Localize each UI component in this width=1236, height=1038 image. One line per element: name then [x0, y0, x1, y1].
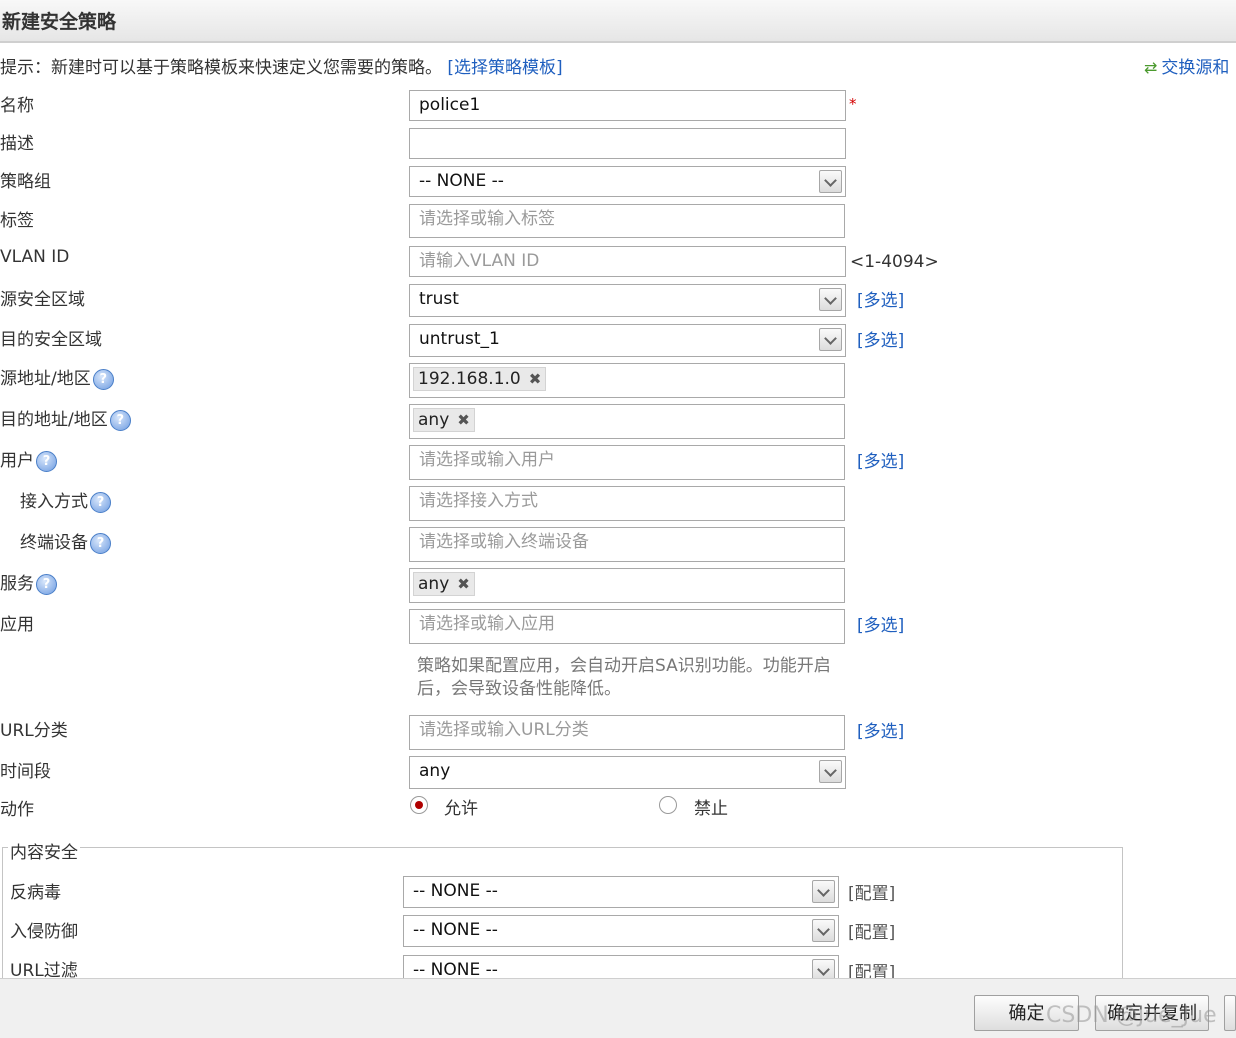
help-icon[interactable]: ? [36, 450, 57, 472]
antivirus-config-link[interactable]: [配置] [848, 879, 895, 904]
chevron-down-icon[interactable] [812, 880, 835, 903]
help-icon[interactable]: ? [36, 573, 57, 595]
chevron-down-icon[interactable] [819, 328, 842, 351]
description-input[interactable] [409, 128, 846, 159]
url-category-label: URL分类 [0, 721, 68, 741]
dst-addr-tag: any ✖ [413, 408, 475, 432]
hint-text: 提示：新建时可以基于策略模板来快速定义您需要的策略。 [0, 58, 442, 78]
chevron-down-icon[interactable] [819, 288, 842, 311]
terminal-label: 终端设备? [20, 528, 111, 554]
dst-zone-label: 目的安全区域 [0, 330, 102, 350]
window-title: 新建安全策略 [2, 11, 117, 33]
policy-group-select[interactable]: -- NONE -- [409, 166, 846, 197]
vlan-label: VLAN ID [0, 247, 70, 267]
name-input[interactable]: police1 [409, 90, 846, 121]
app-label: 应用 [0, 615, 34, 635]
title-bar: 新建安全策略 [0, 0, 1236, 43]
src-addr-tag: 192.168.1.0 ✖ [413, 367, 547, 391]
allow-radio[interactable] [410, 796, 428, 814]
url-category-multi-link[interactable]: [多选] [857, 717, 904, 742]
src-zone-label: 源安全区域 [0, 290, 85, 310]
deny-radio[interactable] [659, 796, 677, 814]
user-label: 用户? [0, 446, 57, 472]
app-multi-link[interactable]: [多选] [857, 611, 904, 636]
dst-zone-multi-link[interactable]: [多选] [857, 326, 904, 351]
src-addr-input[interactable]: 192.168.1.0 ✖ [409, 363, 845, 398]
antivirus-label: 反病毒 [10, 883, 61, 903]
dst-zone-select[interactable]: untrust_1 [409, 324, 846, 357]
help-icon[interactable]: ? [109, 409, 131, 431]
action-label: 动作 [0, 800, 34, 820]
allow-label: 允许 [444, 799, 478, 819]
remove-icon[interactable]: ✖ [529, 370, 542, 388]
time-range-label: 时间段 [0, 762, 51, 782]
policy-group-label: 策略组 [0, 172, 51, 192]
service-input[interactable]: any ✖ [409, 568, 845, 603]
swap-icon: ⇄ [1144, 58, 1158, 77]
chevron-down-icon[interactable] [819, 760, 842, 783]
vlan-input[interactable]: 请输入VLAN ID [409, 246, 846, 277]
hint-bar: 提示：新建时可以基于策略模板来快速定义您需要的策略。 [选择策略模板] [0, 53, 563, 78]
ips-select[interactable]: -- NONE -- [403, 915, 839, 947]
ips-config-link[interactable]: [配置] [848, 918, 895, 943]
content-security-legend: 内容安全 [8, 838, 80, 863]
service-tag: any ✖ [413, 572, 475, 596]
service-label: 服务? [0, 569, 57, 595]
access-label: 接入方式? [20, 487, 111, 513]
app-input[interactable]: 请选择或输入应用 [409, 609, 845, 644]
ips-label: 入侵防御 [10, 922, 78, 942]
antivirus-select[interactable]: -- NONE -- [403, 876, 839, 908]
src-zone-multi-link[interactable]: [多选] [857, 286, 904, 311]
help-icon[interactable]: ? [90, 532, 111, 554]
cancel-button-partial[interactable] [1224, 995, 1236, 1031]
help-icon[interactable]: ? [90, 491, 111, 513]
user-multi-link[interactable]: [多选] [857, 447, 904, 472]
remove-icon[interactable]: ✖ [457, 411, 470, 429]
watermark: CSDN @Jue_Jue [1046, 1003, 1217, 1028]
name-label: 名称 [0, 96, 34, 116]
tags-input[interactable]: 请选择或输入标签 [409, 204, 845, 238]
dst-addr-label: 目的地址/地区? [0, 405, 131, 431]
url-category-input[interactable]: 请选择或输入URL分类 [409, 715, 845, 750]
required-mark: * [849, 95, 857, 113]
src-addr-label: 源地址/地区? [0, 364, 114, 390]
user-input[interactable]: 请选择或输入用户 [409, 445, 845, 480]
dst-addr-input[interactable]: any ✖ [409, 404, 845, 439]
time-range-select[interactable]: any [409, 756, 846, 789]
tags-label: 标签 [0, 211, 34, 231]
app-note: 策略如果配置应用，会自动开启SA识别功能。功能开启后，会导致设备性能降低。 [417, 656, 831, 699]
chevron-down-icon[interactable] [812, 919, 835, 942]
src-zone-select[interactable]: trust [409, 284, 846, 317]
swap-src-dst-link[interactable]: ⇄ 交换源和 [1144, 53, 1229, 78]
chevron-down-icon[interactable] [819, 170, 842, 193]
vlan-range: <1-4094> [850, 252, 939, 272]
access-input[interactable]: 请选择接入方式 [409, 486, 845, 521]
deny-label: 禁止 [694, 799, 728, 819]
terminal-input[interactable]: 请选择或输入终端设备 [409, 527, 845, 562]
help-icon[interactable]: ? [92, 368, 114, 390]
remove-icon[interactable]: ✖ [457, 575, 470, 593]
description-label: 描述 [0, 134, 34, 154]
select-template-link[interactable]: [选择策略模板] [447, 58, 562, 78]
